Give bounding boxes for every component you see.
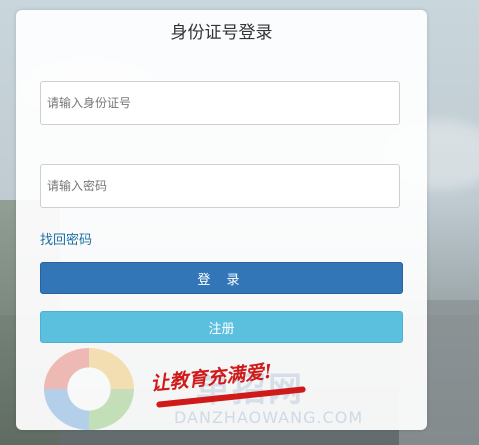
page-title: 身份证号登录: [170, 23, 273, 43]
login-panel: 身份证号登录 找回密码 登 录 注册 单招网 DANZHAOWANG.COM 让…: [16, 10, 427, 430]
register-button[interactable]: 注册: [40, 311, 403, 343]
find-password-link[interactable]: 找回密码: [40, 229, 92, 248]
password-input[interactable]: [40, 164, 400, 208]
watermark-logo-icon: [44, 348, 134, 430]
login-button[interactable]: 登 录: [40, 262, 403, 294]
watermark-site-url: DANZHAOWANG.COM: [174, 408, 364, 427]
id-number-input[interactable]: [40, 81, 400, 125]
